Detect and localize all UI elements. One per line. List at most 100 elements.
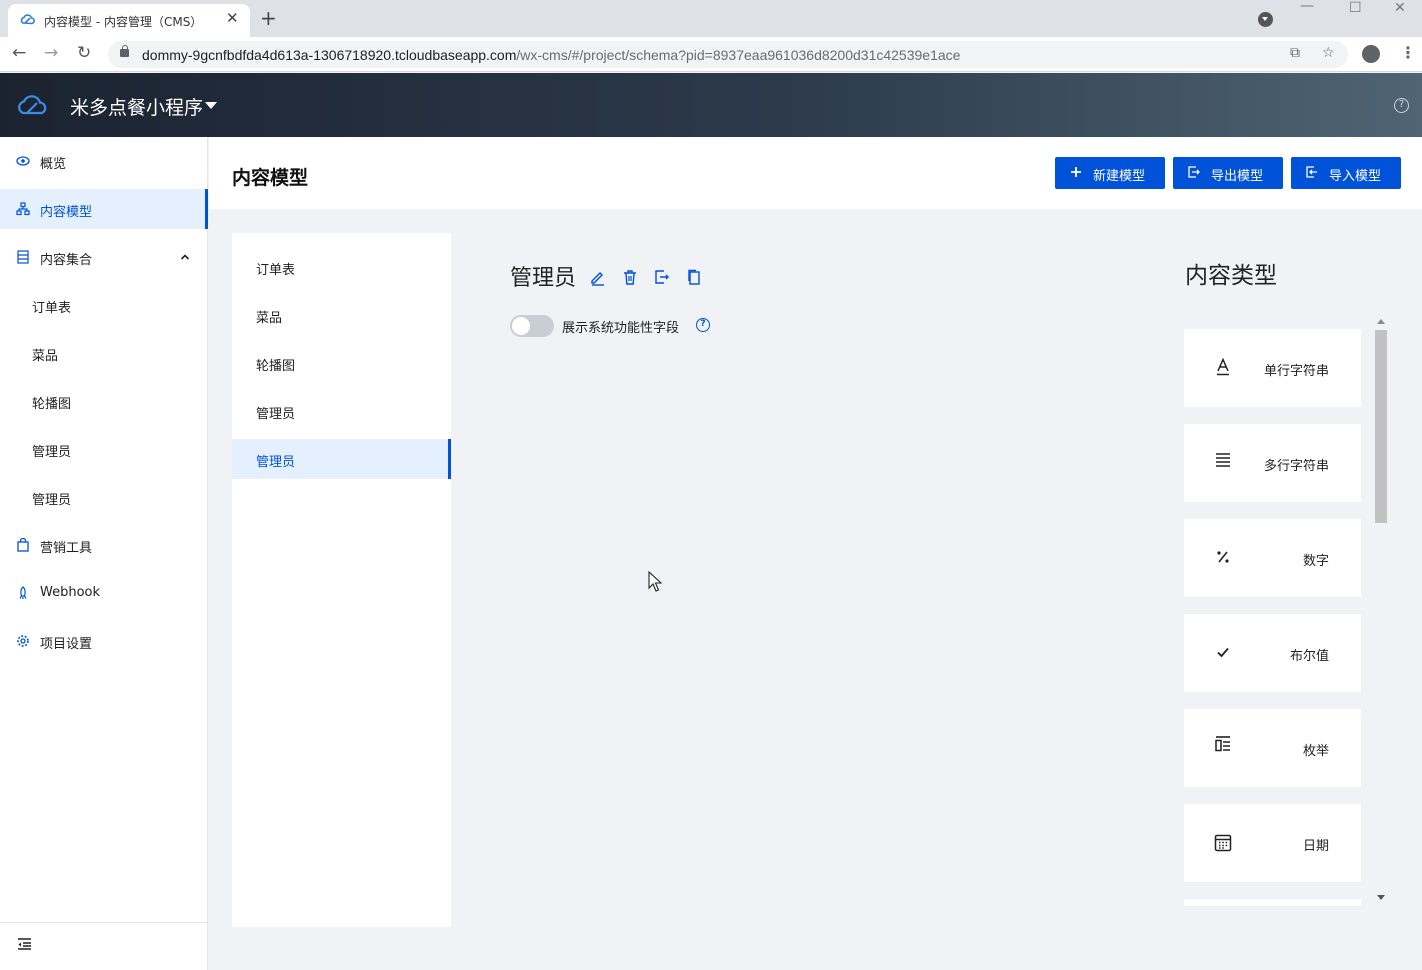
content-type-date[interactable]: 日期 xyxy=(1184,804,1361,882)
content-type-enum[interactable]: 枚举 xyxy=(1184,709,1361,787)
sidebar-item-marketing[interactable]: 营销工具 xyxy=(0,525,208,565)
sidebar-item-project-settings[interactable]: 项目设置 xyxy=(0,621,208,661)
sidebar-item-label: 内容集合 xyxy=(40,253,93,268)
sidebar-item-label: 管理员 xyxy=(32,493,72,508)
browser-tab-bar: 内容模型 - 内容管理（CMS） ✕ + — ☐ ✕ xyxy=(0,0,1422,37)
content-type-label: 布尔值 xyxy=(1289,649,1329,664)
scroll-up-arrow-icon[interactable] xyxy=(1377,319,1385,324)
collapse-menu-icon[interactable] xyxy=(17,937,33,955)
new-tab-button[interactable]: + xyxy=(260,6,277,30)
url-text[interactable]: dommy-9gcnfbdfda4d613a-1306718920.tcloud… xyxy=(142,47,960,63)
tab-close-icon[interactable]: ✕ xyxy=(226,9,239,27)
model-item-admin-1[interactable]: 管理员 xyxy=(232,391,451,431)
export-model-label: 导出模型 xyxy=(1211,169,1264,184)
content-type-label: 多行字符串 xyxy=(1263,459,1329,474)
window-close-button[interactable]: ✕ xyxy=(1394,0,1406,16)
model-item-orders[interactable]: 订单表 xyxy=(232,247,451,287)
help-icon[interactable]: ? xyxy=(1394,98,1409,113)
copy-icon[interactable] xyxy=(685,268,703,286)
maximize-button[interactable]: ☐ xyxy=(1349,0,1362,16)
sidebar-item-label: Webhook xyxy=(40,585,101,600)
reload-icon[interactable]: ↻ xyxy=(77,43,91,63)
sidebar-item-label: 内容模型 xyxy=(40,205,93,220)
address-bar[interactable]: dommy-9gcnfbdfda4d613a-1306718920.tcloud… xyxy=(108,41,1348,68)
model-item-label: 轮播图 xyxy=(256,359,296,374)
cloudbase-logo-icon xyxy=(16,91,52,123)
new-model-button[interactable]: 新建模型 xyxy=(1055,157,1165,189)
profile-avatar-icon[interactable] xyxy=(1362,45,1380,63)
sidebar-item-overview[interactable]: 概览 xyxy=(0,141,208,181)
browser-menu-icon[interactable]: ⋮ xyxy=(1400,43,1416,62)
page-title: 内容模型 xyxy=(232,167,309,189)
sidebar-item-label: 菜品 xyxy=(32,349,59,364)
question-help-icon[interactable]: ? xyxy=(696,318,710,332)
import-model-label: 导入模型 xyxy=(1329,169,1382,184)
edit-pencil-icon[interactable] xyxy=(589,268,607,286)
enum-icon xyxy=(1214,735,1232,753)
content-type-single-line[interactable]: 单行字符串 xyxy=(1184,329,1361,407)
collection-icon xyxy=(16,250,30,264)
delete-trash-icon[interactable] xyxy=(621,268,639,286)
project-name[interactable]: 米多点餐小程序 xyxy=(70,93,203,120)
sidebar-item-label: 概览 xyxy=(40,157,67,172)
model-item-admin-2[interactable]: 管理员 xyxy=(232,439,451,479)
minimize-button[interactable]: — xyxy=(1300,0,1314,14)
chevron-up-icon[interactable] xyxy=(180,251,190,266)
percent-icon xyxy=(1214,548,1232,566)
sidebar-subitem-admin-1[interactable]: 管理员 xyxy=(0,429,208,469)
sidebar-item-content-model[interactable]: 内容模型 xyxy=(0,189,208,229)
model-item-label: 管理员 xyxy=(256,455,296,470)
sidebar-footer xyxy=(0,922,208,970)
plus-icon xyxy=(1069,165,1083,179)
sidebar-subitem-admin-2[interactable]: 管理员 xyxy=(0,477,208,517)
sidebar-item-label: 营销工具 xyxy=(40,541,93,556)
import-model-button[interactable]: 导入模型 xyxy=(1291,157,1401,189)
browser-tab-title: 内容模型 - 内容管理（CMS） xyxy=(44,15,203,29)
model-icon xyxy=(16,202,30,216)
check-icon xyxy=(1214,643,1232,661)
export-icon xyxy=(1187,165,1201,179)
model-list: 订单表 菜品 轮播图 管理员 管理员 xyxy=(232,233,451,927)
project-dropdown-icon[interactable] xyxy=(205,102,217,109)
sidebar-subitem-dishes[interactable]: 菜品 xyxy=(0,333,208,373)
model-item-label: 管理员 xyxy=(256,407,296,422)
sidebar-subitem-carousel[interactable]: 轮播图 xyxy=(0,381,208,421)
lock-icon[interactable] xyxy=(120,45,129,57)
content-type-multi-line[interactable]: 多行字符串 xyxy=(1184,424,1361,502)
scroll-down-arrow-icon[interactable] xyxy=(1377,895,1385,900)
mouse-cursor-icon xyxy=(648,570,663,597)
single-line-text-icon xyxy=(1214,357,1232,376)
bookmark-star-icon[interactable]: ☆ xyxy=(1322,45,1335,61)
scrollbar-thumb[interactable] xyxy=(1375,330,1387,523)
sidebar-item-webhook[interactable]: Webhook xyxy=(0,573,208,613)
model-item-label: 菜品 xyxy=(256,311,283,326)
content-type-next[interactable] xyxy=(1184,899,1361,906)
back-arrow-icon[interactable]: ← xyxy=(12,43,26,63)
content-type-label: 枚举 xyxy=(1302,744,1329,759)
browser-toolbar: ← → ↻ dommy-9gcnfbdfda4d613a-1306718920.… xyxy=(0,37,1422,72)
sidebar-subitem-orders[interactable]: 订单表 xyxy=(0,285,208,325)
sidebar-item-content-collection[interactable]: 内容集合 xyxy=(0,237,208,277)
content-type-label: 数字 xyxy=(1302,554,1329,569)
system-fields-toggle-label: 展示系统功能性字段 xyxy=(562,321,680,336)
url-host: dommy-9gcnfbdfda4d613a-1306718920.tcloud… xyxy=(142,47,517,63)
eye-icon xyxy=(16,154,30,168)
content-type-list: 单行字符串 多行字符串 数字 布尔值 枚举 日期 xyxy=(1184,329,1361,906)
export-model-icon[interactable] xyxy=(653,268,671,286)
tab-search-icon[interactable] xyxy=(1258,12,1273,27)
browser-tab[interactable]: 内容模型 - 内容管理（CMS） ✕ xyxy=(8,4,250,37)
content-type-boolean[interactable]: 布尔值 xyxy=(1184,614,1361,692)
model-item-carousel[interactable]: 轮播图 xyxy=(232,343,451,383)
model-item-dishes[interactable]: 菜品 xyxy=(232,295,451,335)
gear-icon xyxy=(16,634,30,648)
model-item-label: 订单表 xyxy=(256,263,296,278)
forward-arrow-icon[interactable]: → xyxy=(44,43,58,63)
sidebar: 概览 内容模型 内容集合 订单表 菜品 轮播图 管理员 管理员 营销工具 Web… xyxy=(0,137,208,970)
sidebar-item-label: 管理员 xyxy=(32,445,72,460)
sidebar-item-label: 订单表 xyxy=(32,301,72,316)
translate-icon[interactable]: ⧉ xyxy=(1290,45,1300,61)
export-model-button[interactable]: 导出模型 xyxy=(1173,157,1283,189)
content-type-number[interactable]: 数字 xyxy=(1184,519,1361,597)
rocket-icon xyxy=(16,586,30,600)
system-fields-toggle[interactable] xyxy=(510,315,554,337)
